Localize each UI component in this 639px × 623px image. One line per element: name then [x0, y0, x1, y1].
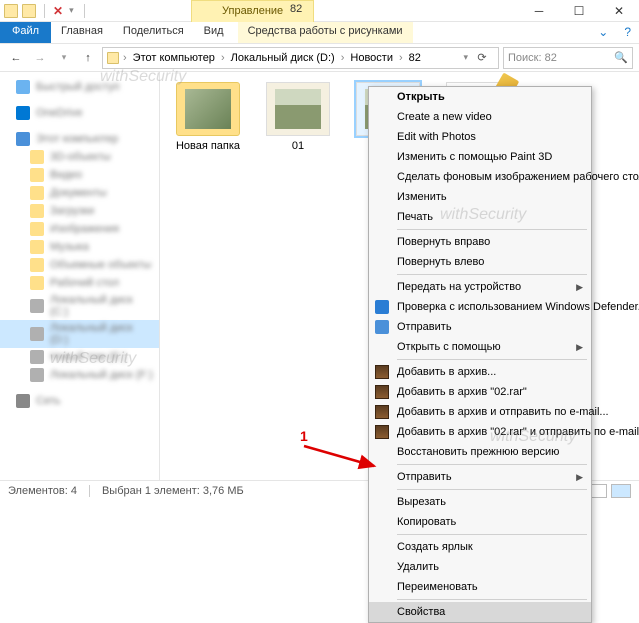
rar-icon — [375, 365, 389, 379]
close-button[interactable]: ✕ — [599, 0, 639, 22]
sidebar-this-pc[interactable]: Этот компьютер — [36, 133, 118, 145]
sidebar-item[interactable]: Музыка — [0, 238, 159, 256]
share-icon — [375, 320, 389, 334]
sidebar-item[interactable]: Локальный диск (D:) — [0, 320, 159, 348]
maximize-button[interactable]: ☐ — [559, 0, 599, 22]
ribbon-tab-home[interactable]: Главная — [51, 22, 113, 43]
context-menu-item[interactable]: Удалить — [369, 557, 591, 577]
folder-icon — [107, 52, 119, 64]
context-menu-item[interactable]: Копировать — [369, 512, 591, 532]
sidebar-item[interactable]: Изображения — [0, 220, 159, 238]
file-label: Новая папка — [172, 140, 244, 152]
rar-icon — [375, 405, 389, 419]
context-menu-item[interactable]: Повернуть вправо — [369, 232, 591, 252]
nav-back-button[interactable]: ← — [6, 48, 26, 68]
context-menu-item[interactable]: Переименовать — [369, 577, 591, 597]
context-menu-item[interactable]: Добавить в архив "02.rar" и отправить по… — [369, 422, 591, 442]
ribbon-tab-picture-tools[interactable]: Средства работы с рисунками — [238, 22, 413, 43]
context-menu-item[interactable]: Изменить с помощью Paint 3D — [369, 147, 591, 167]
context-menu-item[interactable]: Открыть с помощью▶ — [369, 337, 591, 357]
context-menu-item[interactable]: Восстановить прежнюю версию — [369, 442, 591, 462]
context-menu-item[interactable]: Печать — [369, 207, 591, 227]
sidebar-quick-access[interactable]: Быстрый доступ — [36, 81, 120, 93]
context-menu-item[interactable]: Повернуть влево — [369, 252, 591, 272]
submenu-arrow-icon: ▶ — [576, 342, 583, 353]
file-tab[interactable]: Файл — [0, 22, 51, 43]
ribbon-tab-view[interactable]: Вид — [194, 22, 234, 43]
sidebar-item[interactable]: 3D-объекты — [0, 148, 159, 166]
status-selection: Выбран 1 элемент: 3,76 МБ — [102, 485, 244, 497]
breadcrumb-item[interactable]: Локальный диск (D:) — [229, 52, 337, 64]
nav-recent-dropdown[interactable]: ▾ — [54, 48, 74, 68]
context-menu-item[interactable]: Create a new video — [369, 107, 591, 127]
sidebar-item[interactable]: Новый том (E:) — [0, 348, 159, 366]
sidebar-item[interactable]: Объемные объекты — [0, 256, 159, 274]
search-icon: 🔍 — [614, 51, 628, 64]
breadcrumb-item[interactable]: Новости — [348, 52, 395, 64]
sidebar-item[interactable]: Документы — [0, 184, 159, 202]
nav-forward-button[interactable]: → — [30, 48, 50, 68]
context-menu-item[interactable]: Отправить — [369, 317, 591, 337]
annotation-number: 1 — [300, 428, 308, 444]
def-icon — [375, 300, 389, 314]
context-menu-item[interactable]: Проверка с использованием Windows Defend… — [369, 297, 591, 317]
sidebar-item[interactable]: Загрузки — [0, 202, 159, 220]
qat-delete-icon[interactable]: ✕ — [53, 4, 63, 18]
file-item[interactable]: 01 — [262, 82, 334, 152]
nav-up-button[interactable]: ↑ — [78, 48, 98, 68]
ribbon: Файл Главная Поделиться Вид Средства раб… — [0, 22, 639, 44]
titlebar: ✕ ▾ Управление 82 ─ ☐ ✕ — [0, 0, 639, 22]
search-input[interactable]: Поиск: 82 🔍 — [503, 47, 633, 69]
context-menu-item[interactable]: Edit with Photos — [369, 127, 591, 147]
navigation-pane[interactable]: Быстрый доступ OneDrive Этот компьютер 3… — [0, 72, 160, 480]
refresh-icon[interactable]: ⟳ — [470, 51, 494, 64]
breadcrumb[interactable]: › Этот компьютер› Локальный диск (D:)› Н… — [102, 47, 499, 69]
context-menu-item[interactable]: Свойства — [369, 602, 591, 622]
context-menu-item[interactable]: Создать ярлык — [369, 537, 591, 557]
sidebar-onedrive[interactable]: OneDrive — [36, 107, 82, 119]
ribbon-tab-share[interactable]: Поделиться — [113, 22, 194, 43]
context-menu-item[interactable]: Сделать фоновым изображением рабочего ст… — [369, 167, 591, 187]
window-title: 82 — [290, 3, 302, 15]
sidebar-item[interactable]: Локальный диск (C:) — [0, 292, 159, 320]
context-menu-item[interactable]: Открыть — [369, 87, 591, 107]
context-menu-item[interactable]: Изменить — [369, 187, 591, 207]
sidebar-item[interactable]: Локальный диск (F:) — [0, 366, 159, 384]
rar-icon — [375, 425, 389, 439]
context-menu-item[interactable]: Передать на устройство▶ — [369, 277, 591, 297]
context-menu-item[interactable]: Отправить▶ — [369, 467, 591, 487]
context-menu-item[interactable]: Добавить в архив "02.rar" — [369, 382, 591, 402]
view-icons-button[interactable] — [611, 484, 631, 498]
folder-icon — [22, 4, 36, 18]
context-menu-item[interactable]: Добавить в архив... — [369, 362, 591, 382]
context-menu-item[interactable]: Добавить в архив и отправить по e-mail..… — [369, 402, 591, 422]
context-menu: ОткрытьCreate a new videoEdit with Photo… — [368, 86, 592, 623]
minimize-button[interactable]: ─ — [519, 0, 559, 22]
ribbon-expand-icon[interactable]: ⌄ — [590, 22, 616, 43]
status-item-count: Элементов: 4 — [8, 485, 77, 497]
sidebar-network[interactable]: Сеть — [36, 395, 60, 407]
context-menu-item[interactable]: Вырезать — [369, 492, 591, 512]
qat-dropdown-icon[interactable]: ▾ — [67, 5, 76, 16]
file-item[interactable]: Новая папка — [172, 82, 244, 152]
breadcrumb-item[interactable]: Этот компьютер — [131, 52, 217, 64]
folder-icon — [4, 4, 18, 18]
file-label: 01 — [262, 140, 334, 152]
addressbar: ← → ▾ ↑ › Этот компьютер› Локальный диск… — [0, 44, 639, 72]
submenu-arrow-icon: ▶ — [576, 282, 583, 293]
help-icon[interactable]: ? — [616, 22, 639, 43]
sidebar-item[interactable]: Рабочий стол — [0, 274, 159, 292]
breadcrumb-item[interactable]: 82 — [407, 52, 423, 64]
sidebar-item[interactable]: Видео — [0, 166, 159, 184]
submenu-arrow-icon: ▶ — [576, 472, 583, 483]
rar-icon — [375, 385, 389, 399]
